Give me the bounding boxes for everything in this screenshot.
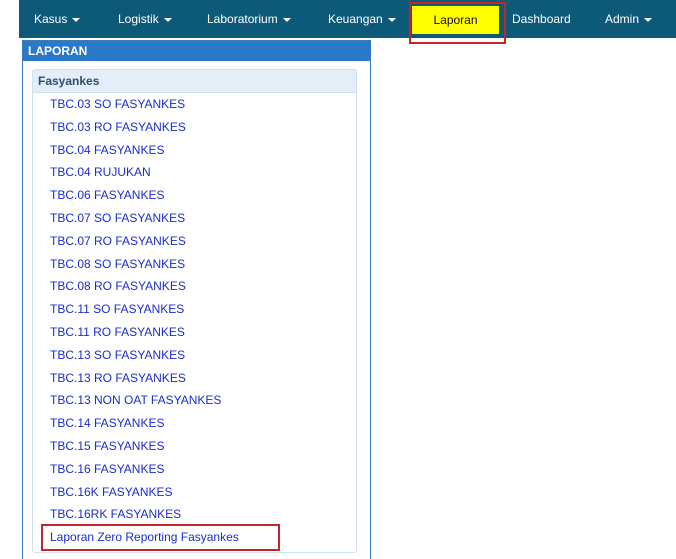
chevron-down-icon	[282, 17, 291, 22]
report-link[interactable]: TBC.11 RO FASYANKES	[50, 325, 185, 339]
report-link[interactable]: TBC.07 RO FASYANKES	[50, 234, 186, 248]
report-link[interactable]: TBC.13 SO FASYANKES	[50, 348, 185, 362]
report-link[interactable]: TBC.13 NON OAT FASYANKES	[50, 393, 221, 407]
report-link[interactable]: TBC.03 SO FASYANKES	[50, 97, 185, 111]
nav-dashboard[interactable]: Dashboard	[512, 0, 571, 38]
nav-laboratorium-label: Laboratorium	[207, 12, 278, 26]
nav-admin-label: Admin	[605, 12, 640, 26]
section-title: Fasyankes	[33, 70, 356, 93]
report-link[interactable]: TBC.14 FASYANKES	[50, 416, 165, 430]
nav-admin[interactable]: Admin	[605, 0, 653, 38]
nav-kasus-label: Kasus	[34, 12, 68, 26]
fasyankes-section: Fasyankes TBC.03 SO FASYANKES TBC.03 RO F…	[32, 69, 357, 553]
nav-logistik[interactable]: Logistik	[118, 0, 172, 38]
chevron-down-icon	[72, 17, 81, 22]
chevron-down-icon	[387, 17, 396, 22]
report-link[interactable]: TBC.06 FASYANKES	[50, 188, 165, 202]
panel-title: LAPORAN	[23, 41, 370, 61]
top-navbar: Kasus Logistik Laboratorium Keuangan Das…	[0, 0, 676, 40]
report-link[interactable]: TBC.16RK FASYANKES	[50, 507, 181, 521]
report-link[interactable]: TBC.03 RO FASYANKES	[50, 120, 186, 134]
nav-keuangan[interactable]: Keuangan	[328, 0, 396, 38]
nav-logistik-label: Logistik	[118, 12, 159, 26]
report-link[interactable]: TBC.13 RO FASYANKES	[50, 371, 186, 385]
nav-laboratorium[interactable]: Laboratorium	[207, 0, 291, 38]
report-link[interactable]: TBC.04 FASYANKES	[50, 143, 165, 157]
report-link[interactable]: TBC.08 SO FASYANKES	[50, 257, 185, 271]
report-link[interactable]: TBC.15 FASYANKES	[50, 439, 165, 453]
nav-laporan[interactable]: Laporan	[412, 6, 499, 34]
nav-kasus[interactable]: Kasus	[34, 0, 81, 38]
nav-dashboard-label: Dashboard	[512, 12, 571, 26]
nav-keuangan-label: Keuangan	[328, 12, 383, 26]
navbar-bar: Kasus Logistik Laboratorium Keuangan Das…	[19, 0, 676, 38]
laporan-panel: LAPORAN Fasyankes TBC.03 SO FASYANKES TBC…	[22, 40, 371, 559]
report-link[interactable]: TBC.16 FASYANKES	[50, 462, 165, 476]
chevron-down-icon	[163, 17, 172, 22]
report-link[interactable]: TBC.08 RO FASYANKES	[50, 279, 186, 293]
report-link[interactable]: TBC.04 RUJUKAN	[50, 165, 151, 179]
chevron-down-icon	[644, 17, 653, 22]
report-link[interactable]: TBC.11 SO FASYANKES	[50, 302, 184, 316]
report-link[interactable]: Laporan Zero Reporting Fasyankes	[50, 530, 239, 544]
report-link[interactable]: TBC.16K FASYANKES	[50, 485, 173, 499]
report-link[interactable]: TBC.07 SO FASYANKES	[50, 211, 185, 225]
